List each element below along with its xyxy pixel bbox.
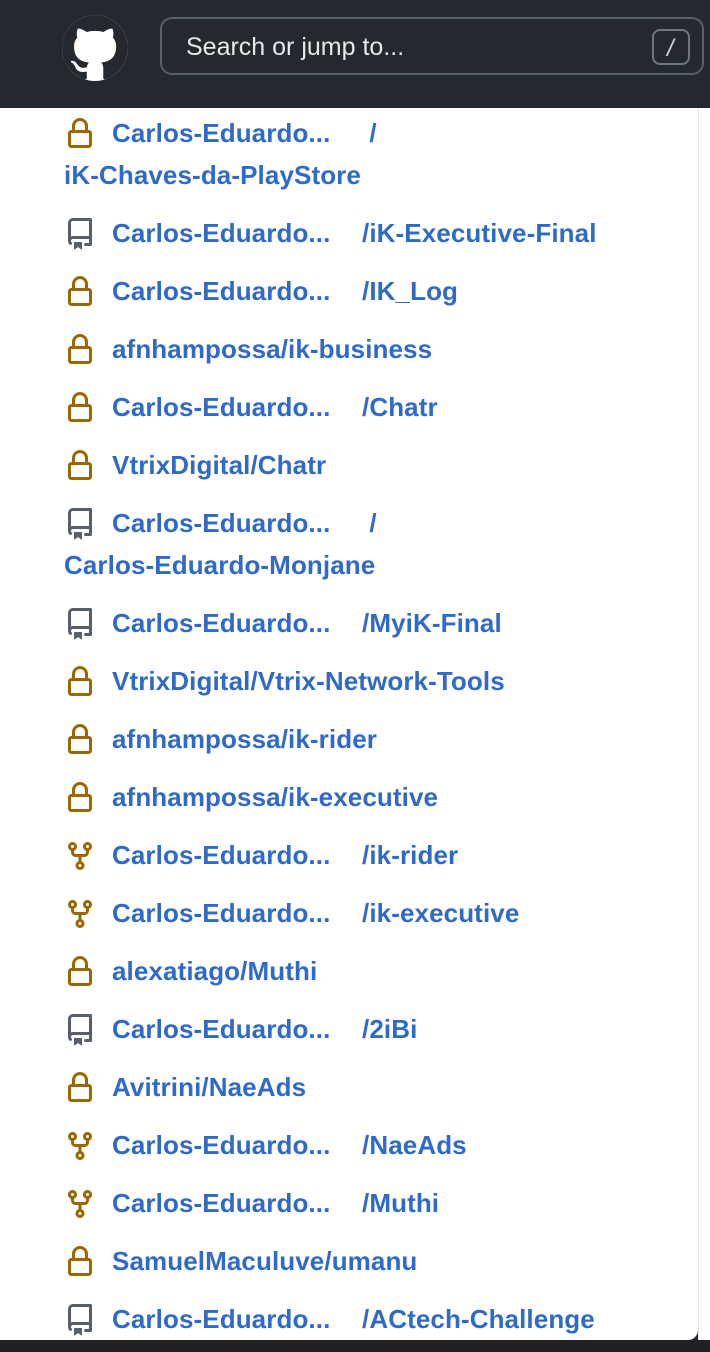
repo-name: /Chatr [362,392,438,422]
repository-list-panel: Carlos-Eduardo... / iK-Chaves-da-PlayStor… [0,108,698,1340]
repo-link[interactable]: Carlos-Eduardo... /Chatr [112,392,438,423]
repo-link[interactable]: VtrixDigital/Vtrix-Network-Tools [112,666,505,697]
repo-owner: Carlos-Eduardo... [112,1188,331,1218]
repo-owner: Carlos-Eduardo... [112,508,331,538]
repo-owner: Carlos-Eduardo... [112,1130,331,1160]
repo-name: /2iBi [362,1014,418,1044]
repo-owner: Carlos-Eduardo... [112,276,331,306]
repo-name: /ik-rider [362,840,459,870]
repo-link[interactable]: alexatiago/Muthi [112,956,317,987]
repo-name: /IK_Log [362,276,459,306]
repo-name-wrapped[interactable]: iK-Chaves-da-PlayStore [64,160,361,191]
repo-owner: VtrixDigital/Vtrix-Network-Tools [112,666,505,696]
repo-name: /iK-Executive-Final [362,218,597,248]
repo-owner: Carlos-Eduardo... [112,1014,331,1044]
repo-separator: / [362,118,377,148]
panel-scrollbar[interactable] [698,108,710,1340]
repo-owner: SamuelMaculuve/umanu [112,1246,418,1276]
search-box[interactable]: / [160,17,704,75]
repo-link[interactable]: Carlos-Eduardo... /MyiK-Final [112,608,502,639]
repo-link[interactable]: Carlos-Eduardo... /ACtech-Challenge [112,1304,595,1335]
repo-link[interactable]: afnhampossa/ik-business [112,334,432,365]
repo-owner: Carlos-Eduardo... [112,392,331,422]
lock-icon [64,956,96,988]
fork-icon [64,1188,96,1220]
repo-link[interactable]: Carlos-Eduardo... /ik-executive [112,898,519,929]
slash-shortcut-badge: / [652,29,690,65]
repo-link[interactable]: afnhampossa/ik-rider [112,724,377,755]
repo-icon [64,608,96,640]
repo-name: /NaeAds [362,1130,467,1160]
repo-name: /Muthi [362,1188,440,1218]
fork-icon [64,1130,96,1162]
repo-owner: Avitrini/NaeAds [112,1072,307,1102]
lock-icon [64,118,96,150]
repo-link[interactable]: Carlos-Eduardo... /2iBi [112,1014,417,1045]
fork-icon [64,898,96,930]
fork-icon [64,840,96,872]
repo-owner: Carlos-Eduardo... [112,1304,331,1334]
lock-icon [64,334,96,366]
repo-owner: Carlos-Eduardo... [112,898,331,928]
repo-link[interactable]: VtrixDigital/Chatr [112,450,326,481]
repo-link[interactable]: Carlos-Eduardo... /Muthi [112,1188,439,1219]
repo-owner: Carlos-Eduardo... [112,118,331,148]
lock-icon [64,782,96,814]
lock-icon [64,1246,96,1278]
repo-owner: Carlos-Eduardo... [112,608,331,638]
top-header: / [0,0,710,108]
repo-link[interactable]: Carlos-Eduardo... / [112,508,377,539]
repo-link[interactable]: Carlos-Eduardo... /ik-rider [112,840,458,871]
lock-icon [64,724,96,756]
repo-link[interactable]: Carlos-Eduardo... /NaeAds [112,1130,467,1161]
repo-link[interactable]: Carlos-Eduardo... /IK_Log [112,276,458,307]
search-input[interactable] [186,32,626,62]
repo-link[interactable]: SamuelMaculuve/umanu [112,1246,417,1277]
repo-link[interactable]: Carlos-Eduardo... / [112,118,377,149]
repo-name: /ik-executive [362,898,520,928]
repo-separator: / [362,508,377,538]
lock-icon [64,666,96,698]
repo-name: /ACtech-Challenge [362,1304,595,1334]
lock-icon [64,276,96,308]
repo-owner: afnhampossa/ik-executive [112,782,439,812]
lock-icon [64,392,96,424]
repo-owner: Carlos-Eduardo... [112,218,331,248]
repo-link[interactable]: Avitrini/NaeAds [112,1072,306,1103]
repo-name: /MyiK-Final [362,608,502,638]
repo-owner: afnhampossa/ik-rider [112,724,377,754]
repo-name-wrapped[interactable]: Carlos-Eduardo-Monjane [64,550,375,581]
repo-link[interactable]: afnhampossa/ik-executive [112,782,438,813]
repo-link[interactable]: Carlos-Eduardo... /iK-Executive-Final [112,218,597,249]
repo-owner: VtrixDigital/Chatr [112,450,327,480]
github-logo-icon[interactable] [62,15,128,81]
window-bottom-edge [0,1340,710,1352]
lock-icon [64,1072,96,1104]
repo-icon [64,1304,96,1336]
repo-icon [64,1014,96,1046]
repo-icon [64,508,96,540]
repo-owner: afnhampossa/ik-business [112,334,433,364]
lock-icon [64,450,96,482]
repo-icon [64,218,96,250]
repo-owner: alexatiago/Muthi [112,956,318,986]
repo-owner: Carlos-Eduardo... [112,840,331,870]
